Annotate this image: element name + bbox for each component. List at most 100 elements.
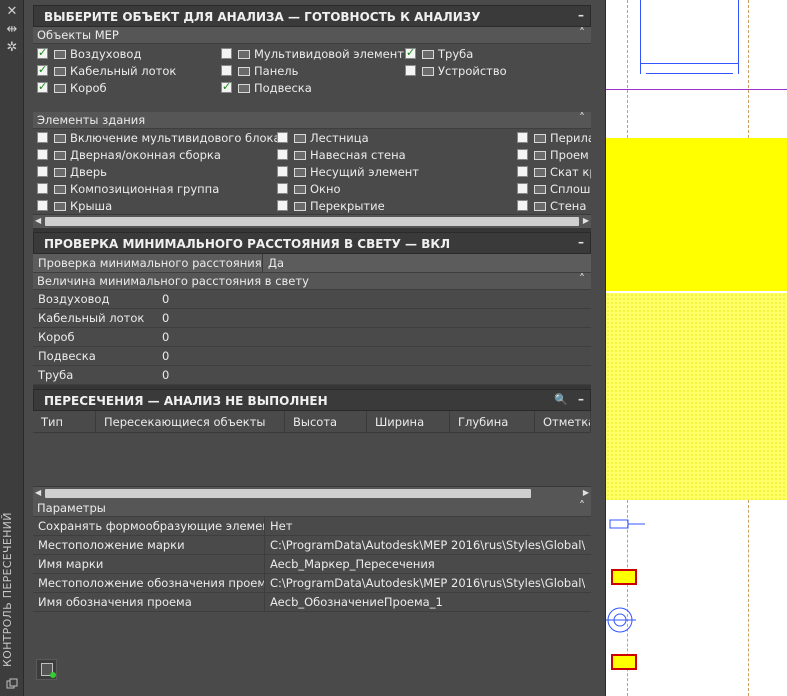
intersections-section-header[interactable]: ПЕРЕСЕЧЕНИЯ — АНАЛИЗ НЕ ВЫПОЛНЕН 🔍 – [33,389,591,411]
checkbox[interactable] [277,183,288,194]
chevron-up-icon[interactable]: ˄ [579,272,585,286]
clearance-values-header[interactable]: Величина минимального расстояния в свету… [33,272,591,290]
property-value[interactable]: C:\ProgramData\Autodesk\MEP 2016\rus\Sty… [265,574,585,592]
checkbox-item[interactable]: Перила [517,129,591,146]
property-value[interactable]: Нет [265,517,585,535]
checkbox[interactable] [37,183,48,194]
checkbox-item[interactable]: Стена [517,197,586,214]
close-icon[interactable]: ✕ [4,4,20,20]
checkbox[interactable] [37,132,48,143]
column-header[interactable]: Пересекающиеся объекты [96,411,285,432]
scroll-right-icon[interactable]: ▶ [583,488,589,497]
column-header[interactable]: Высота [285,411,367,432]
scroll-right-icon[interactable]: ▶ [583,216,589,225]
checkbox-item[interactable]: Сплош [517,180,590,197]
collapse-button[interactable]: – [578,235,584,249]
clearance-value-row[interactable]: Воздуховод 0 [33,290,591,309]
column-header[interactable]: Глубина [450,411,535,432]
property-value[interactable]: 0 [157,309,169,327]
checkbox-item[interactable]: Окно [277,180,341,197]
checkbox-item[interactable]: Дверь [37,163,107,180]
property-value[interactable]: 0 [157,290,169,308]
chevron-up-icon[interactable]: ˄ [579,499,585,513]
checkbox-item[interactable]: Несущий элемент [277,163,419,180]
parameter-row[interactable]: Имя марки Aecb_Маркер_Пересечения [33,555,591,574]
property-value[interactable]: C:\ProgramData\Autodesk\MEP 2016\rus\Sty… [265,536,585,554]
checkbox[interactable] [277,132,288,143]
chevron-up-icon[interactable]: ˄ [579,111,585,125]
checkbox-item[interactable]: Подвеска [221,79,312,96]
property-value[interactable]: Aecb_Маркер_Пересечения [265,555,585,573]
checkbox[interactable] [37,63,48,76]
checkbox[interactable] [37,80,48,93]
parameter-row[interactable]: Местоположение обозначения проема C:\Prog… [33,574,591,593]
building-elements-header[interactable]: Элементы здания ˄ [33,111,591,129]
checkbox[interactable] [37,46,48,59]
palette-titlebar[interactable]: ✕ ⇹ ✲ КОНТРОЛЬ ПЕРЕСЕЧЕНИЙ [0,0,24,696]
clearance-value-row[interactable]: Кабельный лоток 0 [33,309,591,328]
checkbox[interactable] [277,149,288,160]
scrollbar-thumb[interactable] [45,217,579,226]
mep-objects-header[interactable]: Объекты МЕР ˄ [33,26,591,44]
checkbox[interactable] [277,166,288,177]
checkbox-item[interactable]: Дверная/оконная сборка [37,146,221,163]
clearance-section-header[interactable]: ПРОВЕРКА МИНИМАЛЬНОГО РАССТОЯНИЯ В СВЕТУ… [33,232,591,254]
checkbox-item[interactable]: Панель [221,62,298,79]
checkbox-item[interactable]: Воздуховод [37,45,141,62]
checkbox[interactable] [221,65,232,76]
checkbox-item[interactable]: Скат кр [517,163,591,180]
property-value[interactable]: 0 [157,366,169,384]
checkbox-item[interactable]: Перекрытие [277,197,385,214]
horizontal-scrollbar[interactable]: ◀ ▶ [33,486,591,500]
checkbox[interactable] [405,46,416,59]
clearance-check-row[interactable]: Проверка минимального расстояния в... Да [33,254,591,273]
checkbox[interactable] [221,48,232,59]
clearance-value-row[interactable]: Короб 0 [33,328,591,347]
checkbox[interactable] [221,80,232,93]
column-header[interactable]: Ширина [367,411,450,432]
scrollbar-thumb[interactable] [45,489,531,498]
checkbox-item[interactable]: Устройство [405,62,507,79]
checkbox[interactable] [277,200,288,211]
column-header[interactable]: Тип [33,411,96,432]
checkbox-item[interactable]: Мультивидовой элемент [221,45,404,62]
checkbox[interactable] [517,183,528,194]
chevron-up-icon[interactable]: ˄ [579,26,585,40]
parameters-header[interactable]: Параметры ˄ [33,499,591,517]
checkbox[interactable] [517,200,528,211]
checkbox-item[interactable]: Короб [37,79,107,96]
zoom-to-icon[interactable]: 🔍 [554,393,568,406]
resize-grip-icon[interactable] [6,678,18,690]
parameter-row[interactable]: Сохранять формообразующие элемен... Нет [33,517,591,536]
property-value[interactable]: Aecb_ОбозначениеПроема_1 [265,593,585,611]
checkbox-item[interactable]: Навесная стена [277,146,406,163]
checkbox[interactable] [37,200,48,211]
checkbox[interactable] [37,149,48,160]
checkbox[interactable] [517,149,528,160]
settings-icon[interactable]: ✲ [4,40,20,56]
parameter-row[interactable]: Имя обозначения проема Aecb_ОбозначениеПр… [33,593,591,612]
collapse-button[interactable]: – [578,392,584,406]
column-header[interactable]: Отметка [535,411,591,432]
property-value[interactable]: 0 [157,347,169,365]
scroll-left-icon[interactable]: ◀ [35,488,41,497]
clearance-value-row[interactable]: Подвеска 0 [33,347,591,366]
checkbox-item[interactable]: Композиционная группа [37,180,219,197]
auto-hide-icon[interactable]: ⇹ [4,22,20,38]
parameter-row[interactable]: Местоположение марки C:\ProgramData\Autod… [33,536,591,555]
property-value[interactable]: Да [263,254,284,272]
scroll-left-icon[interactable]: ◀ [35,216,41,225]
collapse-button[interactable]: – [578,8,584,22]
checkbox-item[interactable]: Проем [517,146,589,163]
intersections-table-body[interactable] [33,433,591,486]
clearance-value-row[interactable]: Труба 0 [33,366,591,385]
run-analysis-button[interactable] [36,659,57,680]
checkbox[interactable] [517,166,528,177]
checkbox-item[interactable]: Кабельный лоток [37,62,176,79]
checkbox[interactable] [405,65,416,76]
checkbox-item[interactable]: Крыша [37,197,112,214]
select-objects-section-header[interactable]: ВЫБЕРИТЕ ОБЪЕКТ ДЛЯ АНАЛИЗА — ГОТОВНОСТЬ… [33,5,591,27]
checkbox[interactable] [37,166,48,177]
property-value[interactable]: 0 [157,328,169,346]
checkbox[interactable] [517,132,528,143]
